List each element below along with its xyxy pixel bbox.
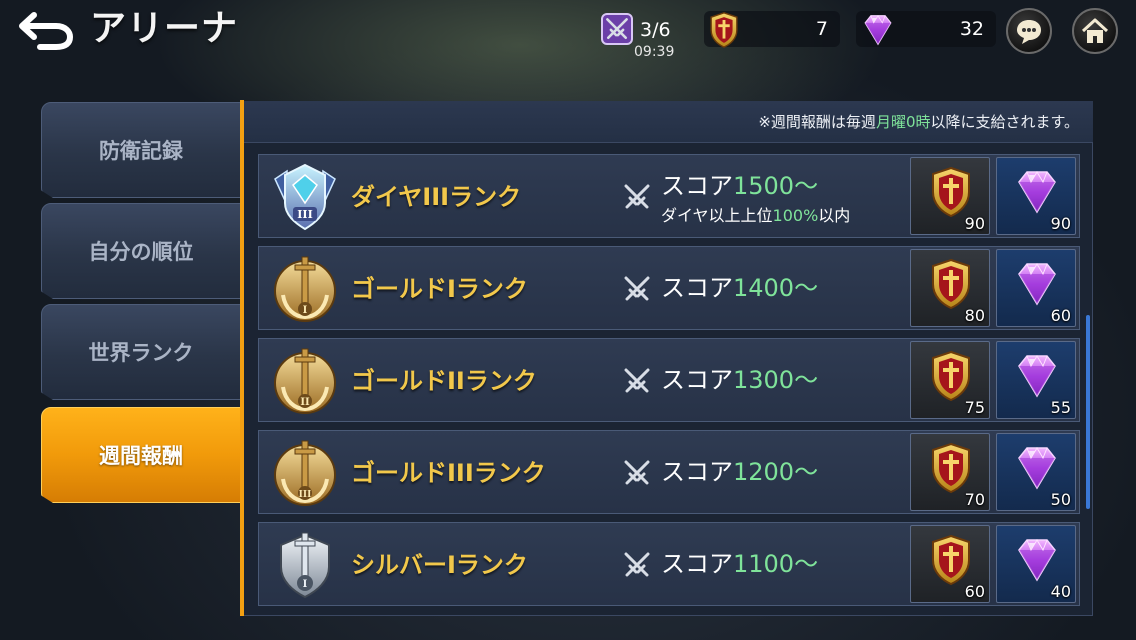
gem-currency-value: 32 (959, 18, 984, 40)
tab-my-ranking[interactable]: 自分の順位 (41, 203, 241, 299)
crossed-swords-icon (621, 365, 653, 397)
shield-currency: 7 (704, 11, 840, 47)
condition-value: 100% (772, 206, 819, 225)
notice-highlight: 月曜0時 (875, 113, 931, 131)
tab-weekly-reward[interactable]: 週間報酬 (41, 407, 241, 503)
gem-reward-slot[interactable]: 60 (996, 249, 1076, 327)
notice-suffix: 以降に支給されます。 (930, 113, 1079, 131)
shield-currency-icon (704, 10, 744, 50)
gem-reward-icon (1009, 440, 1065, 496)
list-scrollbar[interactable] (1086, 315, 1090, 509)
entries-count: 3/6 (640, 19, 671, 41)
gem-reward-qty: 50 (1050, 490, 1071, 509)
score-value: 1100〜 (733, 550, 819, 578)
reward-row-gold-1: I ゴールドIランク スコア1400〜 80 60 (258, 246, 1080, 330)
gem-reward-slot[interactable]: 90 (996, 157, 1076, 235)
silver-rank-badge-icon: I (280, 532, 330, 599)
notice-prefix: ※週間報酬は毎週 (758, 113, 876, 131)
home-button[interactable] (1072, 8, 1118, 54)
rank-name: ゴールドIIIランク (351, 459, 546, 487)
back-button[interactable] (14, 6, 78, 52)
score-value: 1500〜 (733, 172, 819, 200)
shield-reward-icon (923, 348, 979, 404)
gem-currency: 32 (856, 11, 996, 47)
svg-text:III: III (297, 208, 312, 221)
tab-world-ranking[interactable]: 世界ランク (41, 304, 241, 400)
shield-reward-slot[interactable]: 80 (910, 249, 990, 327)
gem-reward-qty: 90 (1050, 214, 1071, 233)
gem-reward-qty: 40 (1050, 582, 1071, 601)
score-value: 1400〜 (733, 274, 819, 302)
score-threshold: スコア1400〜 (661, 268, 818, 303)
tab-defense-record[interactable]: 防衛記録 (41, 102, 241, 198)
home-icon (1081, 18, 1109, 43)
reward-row-gold-2: II ゴールドIIランク スコア1300〜 75 55 (258, 338, 1080, 422)
shield-currency-value: 7 (815, 18, 828, 40)
score-label: スコア (661, 172, 733, 200)
shield-reward-qty: 70 (964, 490, 985, 509)
score-label: スコア (661, 458, 733, 486)
shield-reward-icon (923, 164, 979, 220)
back-arrow-icon (19, 12, 74, 50)
score-value: 1200〜 (733, 458, 819, 486)
score-threshold: スコア1300〜 (661, 360, 818, 395)
score-label: スコア (661, 550, 733, 578)
rank-condition: ダイヤ以上上位100%以内 (661, 202, 850, 226)
reward-row-gold-3: III ゴールドIIIランク スコア1200〜 70 50 (258, 430, 1080, 514)
gem-reward-icon (1009, 164, 1065, 220)
gold-rank-badge-icon: II (274, 348, 336, 414)
entries-timer: 09:39 (634, 44, 675, 60)
shield-reward-slot[interactable]: 70 (910, 433, 990, 511)
shield-reward-slot[interactable]: 60 (910, 525, 990, 603)
condition-prefix: ダイヤ以上上位 (661, 206, 773, 225)
reward-row-diamond-3: III ダイヤIIIランク スコア1500〜 ダイヤ以上上位100%以内 90 … (258, 154, 1080, 238)
reward-row-silver-1: I シルバーIランク スコア1100〜 60 40 (258, 522, 1080, 606)
gem-reward-icon (1009, 532, 1065, 588)
shield-reward-slot[interactable]: 75 (910, 341, 990, 419)
score-threshold: スコア1500〜 (661, 166, 818, 201)
chat-button[interactable] (1006, 8, 1052, 54)
svg-text:I: I (303, 305, 308, 316)
gold-rank-badge-icon: I (274, 256, 336, 322)
rank-name: ダイヤIIIランク (351, 183, 522, 211)
rank-name: ゴールドIIランク (351, 367, 537, 395)
score-threshold: スコア1100〜 (661, 544, 818, 579)
score-value: 1300〜 (733, 366, 819, 394)
chat-bubble-icon (1017, 20, 1041, 44)
shield-reward-qty: 80 (964, 306, 985, 325)
svg-text:I: I (303, 579, 308, 590)
crossed-swords-icon (621, 181, 653, 213)
svg-text:II: II (300, 397, 310, 408)
shield-reward-icon (923, 440, 979, 496)
score-label: スコア (661, 274, 733, 302)
gem-reward-slot[interactable]: 40 (996, 525, 1076, 603)
shield-reward-icon (923, 532, 979, 588)
shield-reward-icon (923, 256, 979, 312)
shield-reward-qty: 75 (964, 398, 985, 417)
score-threshold: スコア1200〜 (661, 452, 818, 487)
condition-suffix: 以内 (818, 206, 851, 225)
gem-currency-icon (858, 10, 898, 50)
shield-reward-qty: 60 (964, 582, 985, 601)
score-label: スコア (661, 366, 733, 394)
crossed-swords-icon (621, 457, 653, 489)
svg-text:III: III (299, 490, 312, 500)
reward-notice: ※週間報酬は毎週月曜0時以降に支給されます。 (244, 101, 1093, 143)
shield-reward-qty: 90 (964, 214, 985, 233)
rank-name: ゴールドIランク (351, 275, 528, 303)
gem-reward-qty: 55 (1050, 398, 1071, 417)
arena-ticket-icon (601, 13, 633, 45)
shield-reward-slot[interactable]: 90 (910, 157, 990, 235)
gem-reward-icon (1009, 348, 1065, 404)
page-title: アリーナ (90, 8, 239, 49)
gem-reward-icon (1009, 256, 1065, 312)
diamond-rank-badge-icon: III (274, 163, 336, 231)
crossed-swords-icon (621, 549, 653, 581)
crossed-swords-icon (621, 273, 653, 305)
gem-reward-slot[interactable]: 55 (996, 341, 1076, 419)
gem-reward-slot[interactable]: 50 (996, 433, 1076, 511)
gem-reward-qty: 60 (1050, 306, 1071, 325)
gold-rank-badge-icon: III (274, 440, 336, 506)
rank-name: シルバーIランク (351, 551, 528, 579)
